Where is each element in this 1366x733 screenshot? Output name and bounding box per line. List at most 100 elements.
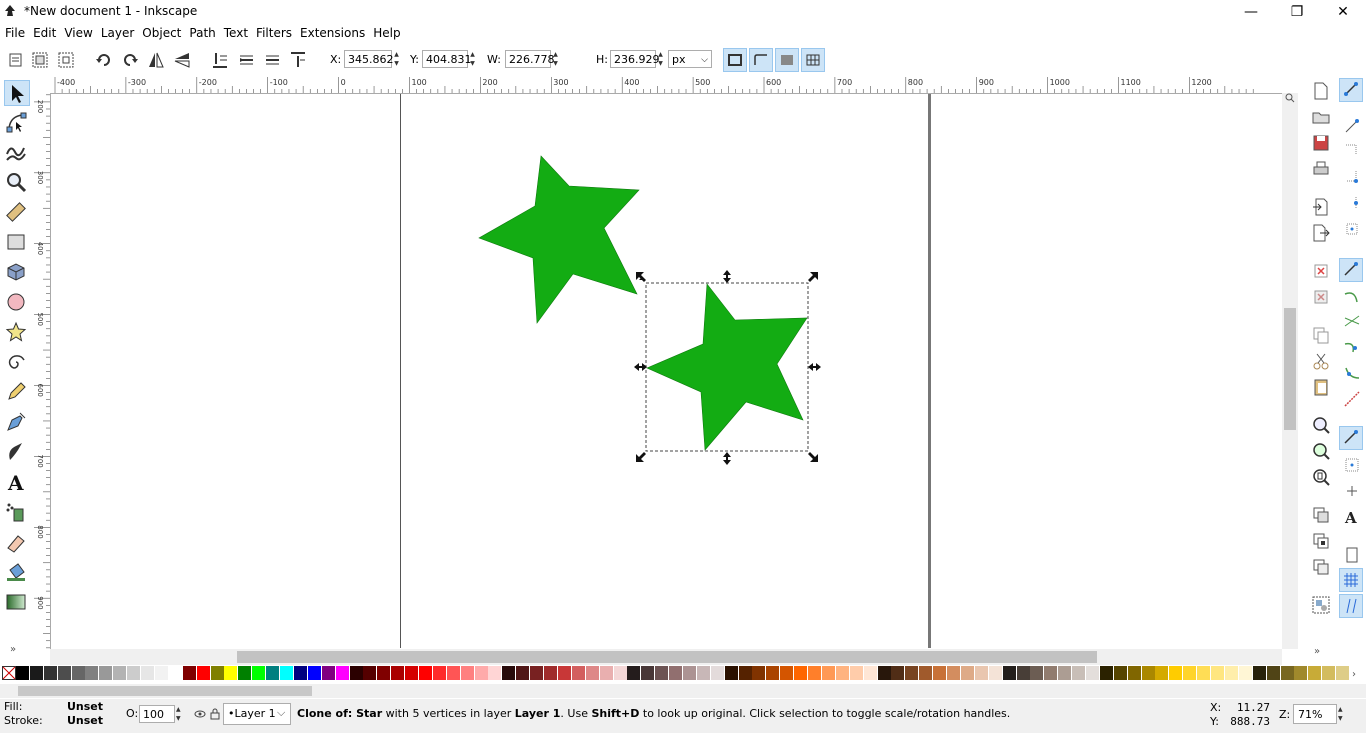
color-swatch[interactable] [794,666,809,680]
color-swatch[interactable] [266,666,281,680]
color-swatch[interactable] [724,666,739,680]
color-swatch[interactable] [349,666,364,680]
color-swatch[interactable] [696,666,711,680]
color-swatch[interactable] [1155,666,1170,680]
color-swatch[interactable] [1197,666,1212,680]
color-swatch[interactable] [446,666,461,680]
new-document-icon[interactable] [1310,80,1332,102]
snap-intersections-icon[interactable] [1341,310,1363,332]
snap-page-border-icon[interactable] [1341,544,1363,566]
color-swatch[interactable] [905,666,920,680]
rotate-ccw-icon[interactable] [94,50,114,70]
opacity-spinner-arrows[interactable]: ▲ ▼ [176,705,185,723]
color-swatch[interactable] [947,666,962,680]
raise-icon[interactable] [262,50,282,70]
color-swatch[interactable] [307,666,322,680]
palette-scrollbar[interactable] [0,684,1366,698]
opacity-field[interactable]: 100 [139,705,175,723]
color-swatch[interactable] [502,666,517,680]
menu-edit[interactable]: Edit [29,23,60,40]
snap-cusp-nodes-icon[interactable] [1341,336,1363,358]
color-swatch[interactable] [57,666,72,680]
color-swatch[interactable] [1141,666,1156,680]
copy-icon[interactable] [1310,324,1332,346]
pen-tool[interactable] [4,410,30,436]
move-gradients-toggle[interactable] [775,48,799,72]
color-swatch[interactable] [752,666,767,680]
snap-bbox-icon[interactable] [1341,116,1363,138]
horizontal-scroll-thumb[interactable] [237,651,1097,663]
star-original[interactable] [478,155,640,324]
color-swatch[interactable] [891,666,906,680]
open-folder-icon[interactable] [1310,106,1332,128]
color-swatch[interactable] [168,666,183,680]
snap-others-toggle[interactable] [1339,426,1363,450]
snap-paths-icon[interactable] [1341,286,1363,308]
color-swatch[interactable] [641,666,656,680]
save-icon[interactable] [1310,132,1332,154]
color-swatch[interactable] [557,666,572,680]
color-swatch[interactable] [71,666,86,680]
x-field[interactable]: 345.862 [344,50,394,68]
color-swatch[interactable] [29,666,44,680]
y-spinner-arrows[interactable]: ▲ ▼ [468,50,477,68]
menu-filters[interactable]: Filters [252,23,296,40]
color-swatch[interactable] [210,666,225,680]
color-swatch[interactable] [1322,666,1337,680]
undo-icon[interactable] [1310,260,1332,282]
color-swatch[interactable] [613,666,628,680]
color-swatch[interactable] [405,666,420,680]
color-swatch[interactable] [877,666,892,680]
y-field[interactable]: 404.831 [422,50,472,68]
color-swatch[interactable] [196,666,211,680]
color-swatch[interactable] [321,666,336,680]
color-swatch[interactable] [238,666,253,680]
magnifier-small-icon[interactable] [1285,93,1295,103]
palette-menu-icon[interactable]: › [1352,668,1364,678]
vertical-scroll-thumb[interactable] [1284,308,1296,430]
color-swatch[interactable] [460,666,475,680]
width-spinner-arrows[interactable]: ▲ ▼ [551,50,560,68]
hide-layer-icon[interactable] [194,708,206,720]
redo-icon[interactable] [1310,286,1332,308]
snap-bbox-centers-icon[interactable] [1341,218,1363,240]
paint-bucket-tool[interactable] [4,560,30,586]
color-swatch[interactable] [293,666,308,680]
color-swatch[interactable] [377,666,392,680]
color-swatch[interactable] [683,666,697,680]
color-swatch[interactable] [85,666,100,680]
scale-corners-toggle[interactable] [749,48,773,72]
star-clone[interactable] [646,283,808,451]
text-tool[interactable]: A [4,470,30,496]
color-swatch[interactable] [16,666,30,680]
menu-path[interactable]: Path [185,23,219,40]
color-swatch[interactable] [1016,666,1031,680]
color-swatch[interactable] [1238,666,1253,680]
lower-to-bottom-icon[interactable] [210,50,230,70]
node-tool[interactable] [4,110,30,136]
color-swatch[interactable] [974,666,989,680]
tweak-tool[interactable] [4,140,30,166]
star-tool[interactable] [4,320,30,346]
color-swatch[interactable] [418,666,433,680]
color-swatch[interactable] [960,666,975,680]
snap-toggle[interactable] [1339,78,1363,102]
cut-icon[interactable] [1310,350,1332,372]
color-swatch[interactable] [933,666,948,680]
menu-object[interactable]: Object [138,23,185,40]
menu-view[interactable]: View [60,23,96,40]
horizontal-ruler[interactable]: -400 -300 -200 -100 0 100 200 300 400 500 600 700 80… [50,77,1282,94]
color-swatch[interactable] [571,666,586,680]
color-swatch[interactable] [1336,666,1351,680]
menu-extensions[interactable]: Extensions [296,23,369,40]
color-swatch[interactable] [1002,666,1017,680]
color-swatch[interactable] [154,666,169,680]
zoom-tool[interactable] [4,170,30,196]
no-paint-swatch-icon[interactable] [2,666,16,680]
color-swatch[interactable] [335,666,350,680]
unlink-clone-icon[interactable] [1310,556,1332,578]
drawing-canvas[interactable] [51,94,1282,648]
color-swatch[interactable] [252,666,267,680]
color-swatch[interactable] [1072,666,1087,680]
vertical-ruler[interactable]: 100200300400500600700800900 [34,93,51,649]
